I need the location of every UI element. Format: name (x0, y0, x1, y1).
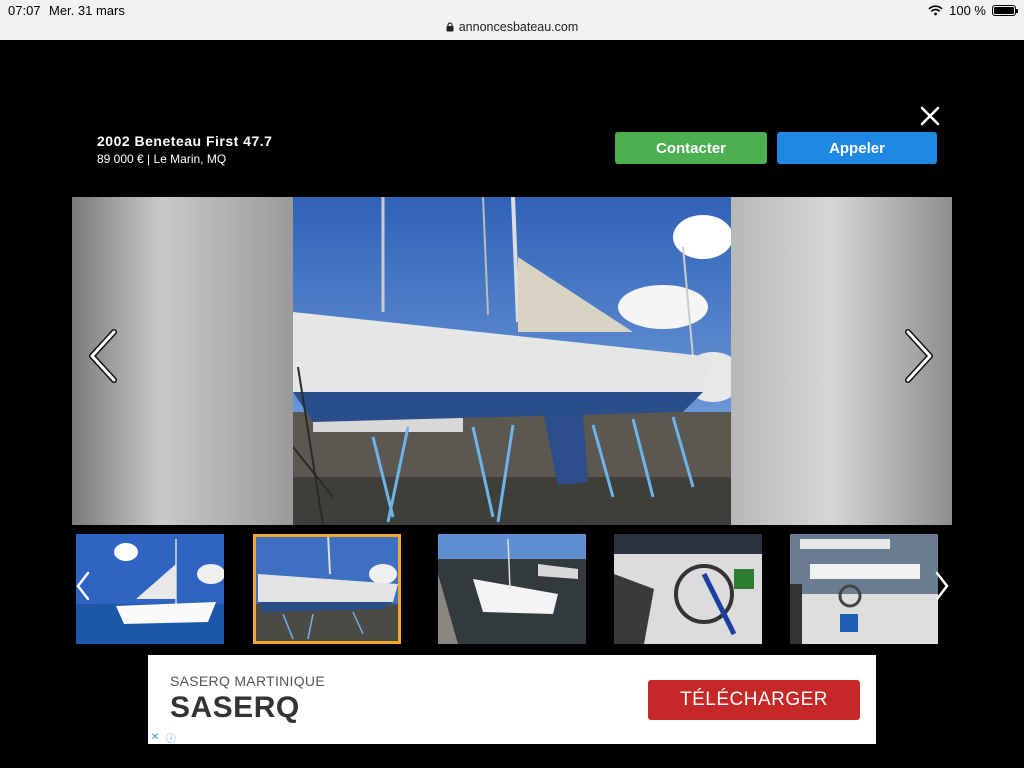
ad-banner[interactable]: SASERQ MARTINIQUE SASERQ TÉLÉCHARGER ✕ ⓘ (148, 655, 876, 745)
lock-icon (446, 22, 454, 32)
status-bar: 07:07 Mer. 31 mars annoncesbateau.com 10… (0, 0, 1024, 40)
battery-percent: 100 % (949, 3, 986, 18)
close-icon[interactable] (918, 104, 942, 128)
thumbnails-prev-arrow[interactable] (74, 570, 92, 602)
battery-icon (992, 5, 1018, 16)
thumbnail-strip (76, 534, 938, 644)
ad-subtitle: SASERQ MARTINIQUE (170, 673, 325, 689)
thumbnails-next-arrow[interactable] (933, 570, 951, 602)
thumbnail-4[interactable] (614, 534, 762, 644)
listing-subtitle: 89 000 € | Le Marin, MQ (97, 152, 227, 166)
address-bar[interactable]: annoncesbateau.com (0, 20, 1024, 34)
status-date: Mer. 31 mars (49, 3, 125, 18)
status-indicators: 100 % (928, 3, 1018, 18)
previous-photo-arrow[interactable] (84, 326, 120, 386)
thumbnail-2[interactable] (253, 534, 401, 644)
ad-close-icon[interactable]: ✕ (148, 730, 162, 744)
call-button[interactable]: Appeler (777, 132, 937, 164)
next-photo-arrow[interactable] (902, 326, 938, 386)
listing-title: 2002 Beneteau First 47.7 (97, 133, 273, 149)
url-text: annoncesbateau.com (458, 20, 579, 34)
ad-download-button[interactable]: TÉLÉCHARGER (648, 680, 860, 720)
thumbnail-1[interactable] (76, 534, 224, 644)
ad-title: SASERQ (170, 691, 300, 724)
thumbnail-3[interactable] (438, 534, 586, 644)
thumbnail-5[interactable] (790, 534, 938, 644)
status-time: 07:07 (8, 3, 41, 18)
ad-info-icon[interactable]: ⓘ (164, 730, 178, 745)
ad-choices[interactable]: ✕ ⓘ (148, 730, 178, 745)
main-photo (293, 197, 731, 525)
wifi-icon (928, 5, 943, 16)
contact-button[interactable]: Contacter (615, 132, 767, 164)
gallery-stage (72, 197, 952, 525)
